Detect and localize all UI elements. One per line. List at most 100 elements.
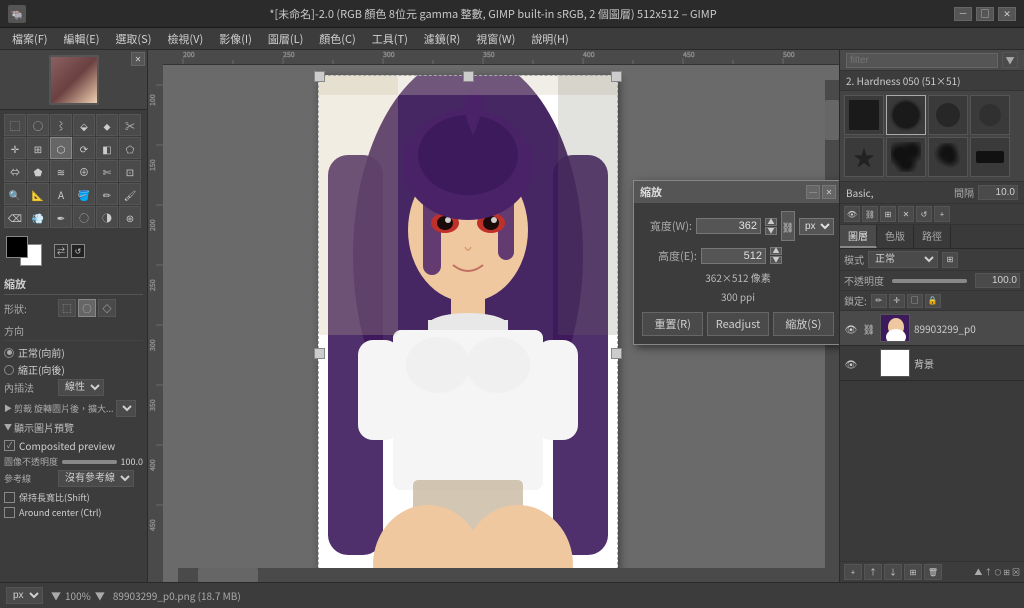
brush-options-btn[interactable]: ▼ xyxy=(1002,52,1018,68)
layer-tool-btn5[interactable]: ↺ xyxy=(916,206,932,222)
layer-chain-0[interactable]: ⛓ xyxy=(862,321,876,335)
tool-select-by-color[interactable]: ⬥ xyxy=(96,114,118,136)
shape-diamond-btn[interactable]: ◇ xyxy=(98,299,116,317)
height-spin-up[interactable]: ▲ xyxy=(770,247,782,255)
tool-perspective-clone[interactable]: ⊡ xyxy=(119,160,141,182)
tool-ink[interactable]: ✒ xyxy=(50,206,72,228)
layer-icon1[interactable]: ▲ xyxy=(974,567,982,578)
layer-chain-1[interactable] xyxy=(862,356,876,370)
maximize-button[interactable]: □ xyxy=(976,7,994,21)
brush-cell-4[interactable] xyxy=(970,95,1010,135)
menu-edit[interactable]: 編輯(E) xyxy=(56,29,108,49)
lock-pixels-btn[interactable]: ✏ xyxy=(871,294,887,308)
width-spin-down[interactable]: ▼ xyxy=(765,227,777,235)
tab-layers[interactable]: 圖層 xyxy=(840,225,877,248)
tool-dodge-burn[interactable]: ◑ xyxy=(96,206,118,228)
tool-scale[interactable]: ⬡ xyxy=(50,137,72,159)
layer-mode-select[interactable]: 正常 xyxy=(868,251,938,268)
opacity-slider[interactable] xyxy=(62,460,117,464)
layer-item-1[interactable]: 👁 背景 xyxy=(840,346,1024,381)
show-preview-toggle[interactable]: ▼ xyxy=(4,422,12,433)
guide-select[interactable]: 沒有參考線 xyxy=(58,470,134,487)
tool-ellipse-select[interactable]: ◯ xyxy=(27,114,49,136)
brush-cell-8[interactable] xyxy=(970,137,1010,177)
layer-down-btn[interactable]: ↓ xyxy=(884,564,902,580)
tool-fuzzy-select[interactable]: ⬙ xyxy=(73,114,95,136)
width-spin-up[interactable]: ▲ xyxy=(765,218,777,226)
tool-handle-transform[interactable]: ⊕ xyxy=(73,160,95,182)
tool-measure[interactable]: 📐 xyxy=(27,183,49,205)
tool-pencil[interactable]: ✏ xyxy=(96,183,118,205)
menu-help[interactable]: 說明(H) xyxy=(523,29,576,49)
menu-tool[interactable]: 工具(T) xyxy=(364,29,416,49)
tool-text[interactable]: A xyxy=(50,183,72,205)
tool-paintbrush[interactable]: 🖌 xyxy=(119,183,141,205)
tool-smudge[interactable]: ◌ xyxy=(73,206,95,228)
interpolation-select[interactable]: 線性 xyxy=(58,379,104,396)
layer-tool-eye-btn[interactable]: 👁 xyxy=(844,206,860,222)
menu-layer[interactable]: 圖層(L) xyxy=(260,29,311,49)
tool-crop[interactable]: ✄ xyxy=(96,160,118,182)
direction-forward-radio[interactable] xyxy=(4,348,14,358)
layer-tool-btn6[interactable]: + xyxy=(934,206,950,222)
tool-clone[interactable]: ⊛ xyxy=(119,206,141,228)
layer-icon4[interactable]: ⊞ xyxy=(1003,567,1010,578)
height-spin-down[interactable]: ▼ xyxy=(770,256,782,264)
layer-tool-chain-btn[interactable]: ⛓ xyxy=(862,206,878,222)
scale-button[interactable]: 縮放(S) xyxy=(773,312,834,336)
tool-zoom[interactable]: 🔍 xyxy=(4,183,26,205)
close-button[interactable]: ✕ xyxy=(998,7,1016,21)
chain-link-icon[interactable]: ⛓ xyxy=(781,211,795,241)
layer-icon3[interactable]: ⬡ xyxy=(994,567,1001,578)
clip-select[interactable]: ▼ xyxy=(116,400,136,417)
width-input[interactable] xyxy=(696,218,761,234)
layer-delete-btn[interactable]: 🗑 xyxy=(924,564,942,580)
layer-duplicate-btn[interactable]: ⊞ xyxy=(904,564,922,580)
tool-scissors[interactable]: ✂ xyxy=(119,114,141,136)
minimize-button[interactable]: － xyxy=(954,7,972,21)
tool-perspective[interactable]: ⬠ xyxy=(119,137,141,159)
brush-cell-3[interactable] xyxy=(928,95,968,135)
around-center-checkbox[interactable] xyxy=(4,507,15,518)
mode-options-btn[interactable]: ⊞ xyxy=(942,252,958,268)
brush-cell-2[interactable] xyxy=(886,95,926,135)
dialog-close-btn[interactable]: ✕ xyxy=(822,185,836,199)
lock-position-btn[interactable]: ✛ xyxy=(889,294,905,308)
scrollbar-horizontal[interactable] xyxy=(178,568,825,582)
tab-channels[interactable]: 色版 xyxy=(877,225,914,248)
fg-bg-colors[interactable] xyxy=(6,236,42,266)
tool-rect-select[interactable]: ⬚ xyxy=(4,114,26,136)
foreground-color[interactable] xyxy=(6,236,28,258)
layer-item-0[interactable]: 👁 ⛓ 89903299_p0 xyxy=(840,311,1024,346)
shape-rect-btn[interactable]: ⬚ xyxy=(58,299,76,317)
menu-image[interactable]: 影像(I) xyxy=(211,29,260,49)
dialog-minimize-btn[interactable]: ─ xyxy=(806,185,820,199)
layer-visibility-0[interactable]: 👁 xyxy=(844,321,858,335)
tool-rotate[interactable]: ⟳ xyxy=(73,137,95,159)
direction-backward-radio[interactable] xyxy=(4,365,14,375)
opacity-input[interactable] xyxy=(975,273,1020,288)
tool-eraser[interactable]: ⌫ xyxy=(4,206,26,228)
layer-up-btn[interactable]: ↑ xyxy=(864,564,882,580)
tool-cage[interactable]: ⬟ xyxy=(27,160,49,182)
brush-filter-input[interactable] xyxy=(846,53,998,68)
spacing-input[interactable] xyxy=(978,185,1018,200)
unit-select-statusbar[interactable]: px xyxy=(6,587,43,604)
reset-button[interactable]: 重置(R) xyxy=(642,312,703,336)
brush-cell-7[interactable] xyxy=(928,137,968,177)
tool-align[interactable]: ⊞ xyxy=(27,137,49,159)
lock-alpha-btn[interactable]: □ xyxy=(907,294,923,308)
tool-free-select[interactable]: ⌇ xyxy=(50,114,72,136)
menu-view[interactable]: 檢視(V) xyxy=(159,29,211,49)
shape-circle-btn[interactable]: ◯ xyxy=(78,299,96,317)
swap-colors-icon[interactable]: ⇄ xyxy=(54,244,68,258)
layer-add-btn[interactable]: + xyxy=(844,564,862,580)
tool-move[interactable]: ✛ xyxy=(4,137,26,159)
keep-aspect-checkbox[interactable] xyxy=(4,492,15,503)
menu-file[interactable]: 檔案(F) xyxy=(4,29,56,49)
menu-color[interactable]: 顏色(C) xyxy=(311,29,363,49)
composited-preview-checkbox[interactable]: ✓ xyxy=(4,440,15,451)
tool-airbrush[interactable]: 💨 xyxy=(27,206,49,228)
opacity-slider-track[interactable] xyxy=(892,279,967,283)
menu-select[interactable]: 選取(S) xyxy=(107,29,159,49)
